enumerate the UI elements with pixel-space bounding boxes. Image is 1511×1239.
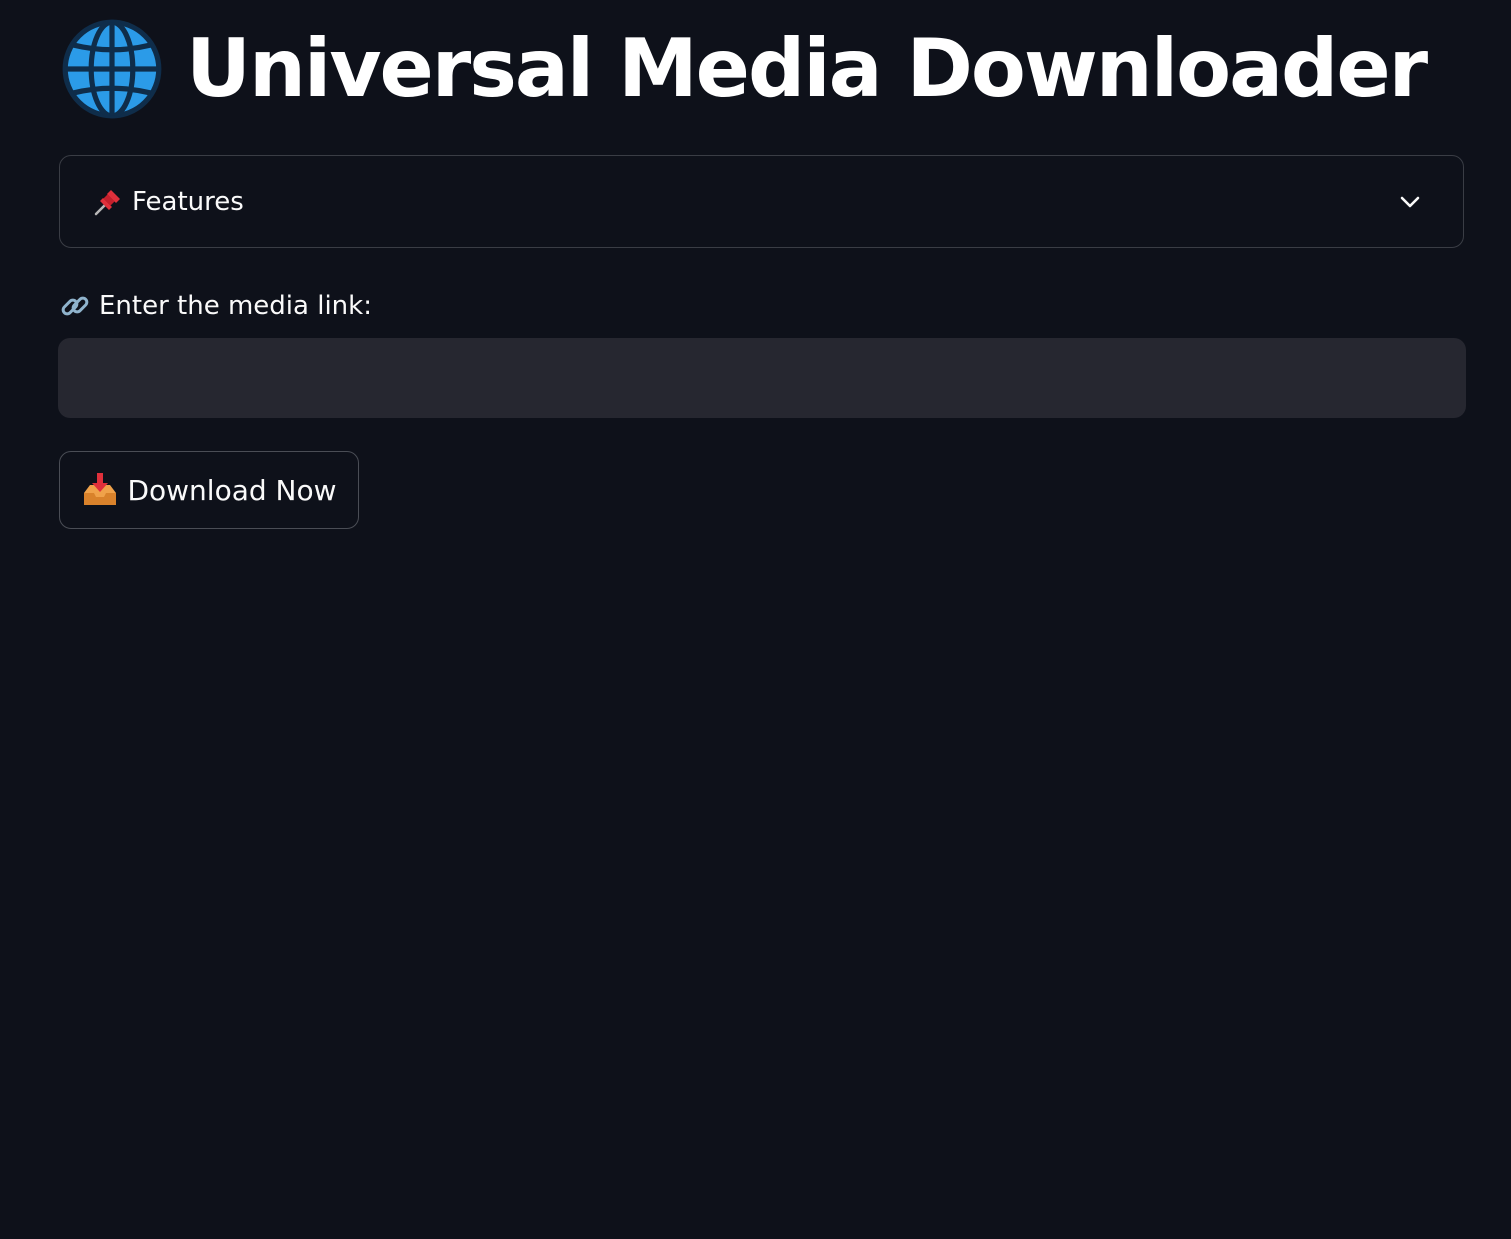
inbox-tray-icon: [84, 473, 117, 505]
download-now-label: Download Now: [127, 473, 337, 507]
media-link-input[interactable]: [58, 338, 1466, 418]
pushpin-icon: [94, 189, 120, 215]
features-expander-header: Features: [92, 186, 1397, 218]
media-link-label: Enter the media link:: [99, 291, 372, 321]
chevron-down-icon[interactable]: [1397, 189, 1423, 215]
page-title: Universal Media Downloader: [186, 22, 1428, 115]
media-link-label-row: Enter the media link:: [59, 286, 372, 326]
globe-icon: [62, 19, 162, 119]
features-expander-label: Features: [132, 186, 244, 217]
download-now-button[interactable]: Download Now: [59, 451, 359, 529]
features-expander[interactable]: Features: [59, 155, 1464, 248]
app-page: Universal Media Downloader Features Ente…: [0, 0, 1511, 1239]
link-icon: [61, 296, 89, 316]
title-row: Universal Media Downloader: [60, 14, 1428, 124]
